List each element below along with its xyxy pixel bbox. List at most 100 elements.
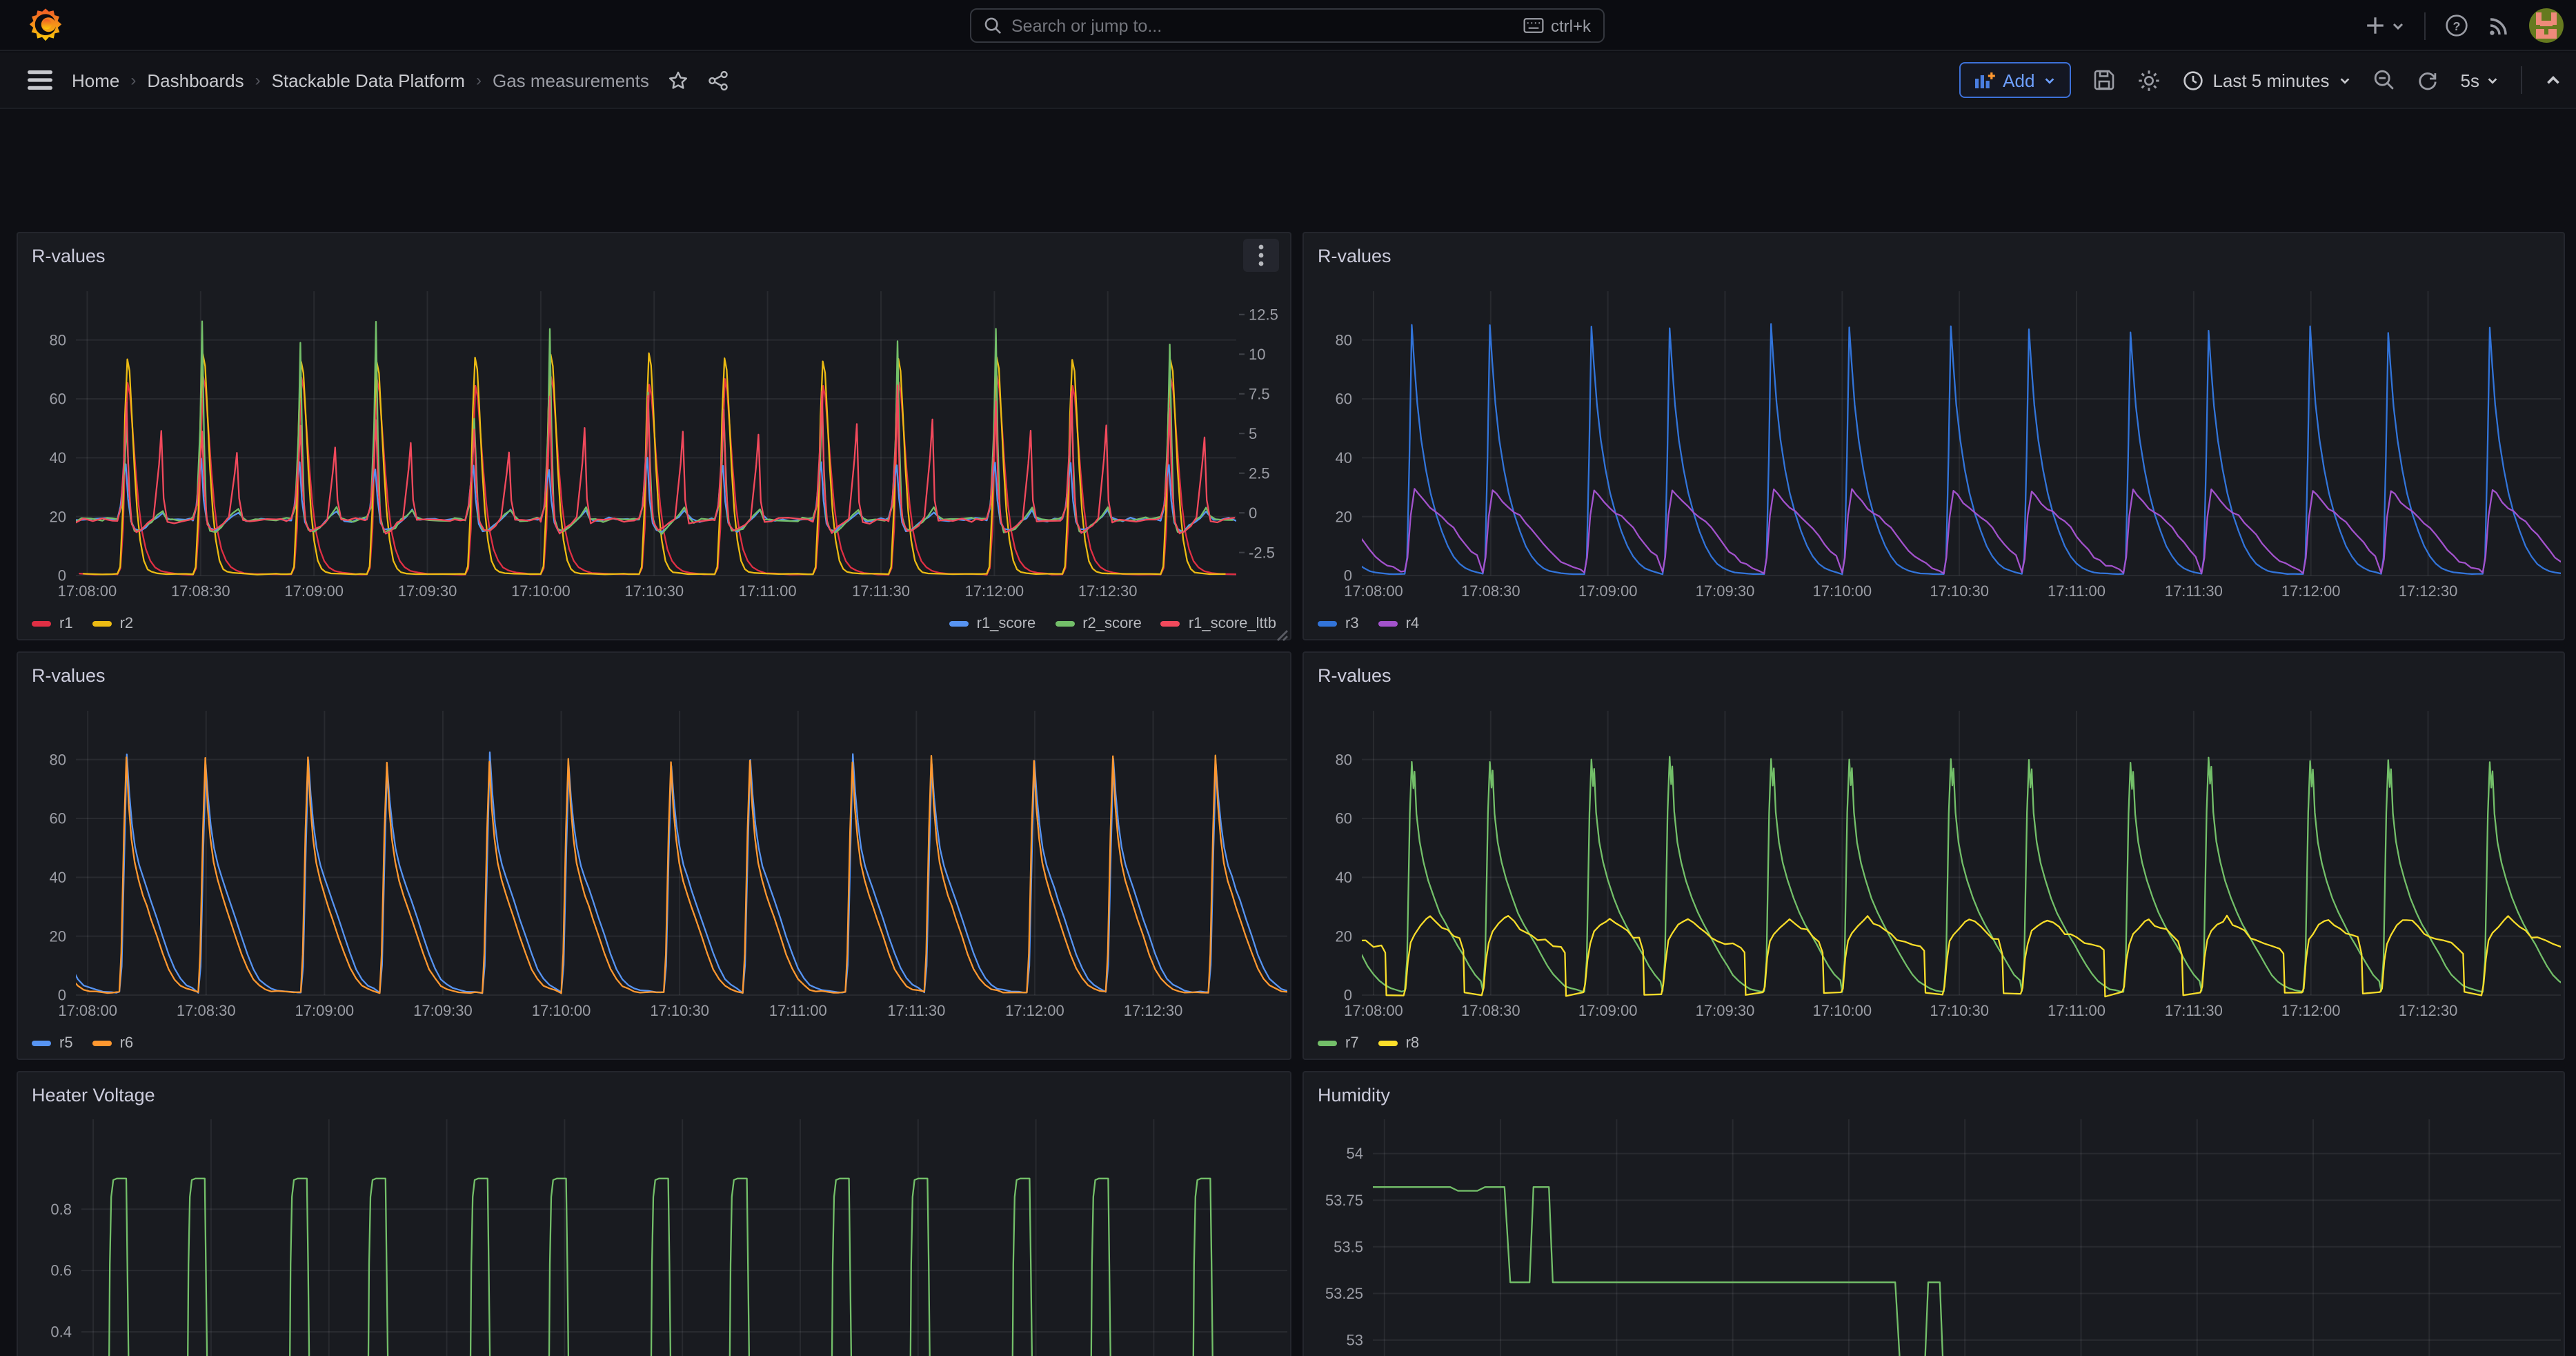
gear-icon <box>2137 68 2160 92</box>
search-input[interactable]: Search or jump to... ctrl+k <box>970 8 1605 43</box>
legend-r-values-4: r7 r8 <box>1318 1031 2550 1056</box>
panel-title-r-values-1[interactable]: R-values <box>32 245 106 266</box>
y-tick-label: 53.75 <box>1325 1192 1363 1209</box>
collapse-toolbar-button[interactable] <box>2544 71 2562 89</box>
chart-heater-voltage[interactable]: 17:08:0017:08:3017:09:0017:09:3017:10:00… <box>18 1072 1293 1356</box>
x-tick-label: 17:10:30 <box>650 1002 709 1019</box>
breadcrumb-folder[interactable]: Stackable Data Platform <box>272 70 465 90</box>
chart-r-values-4[interactable]: 17:08:0017:08:3017:09:0017:09:3017:10:00… <box>1304 653 2566 1061</box>
series-heatervoltage <box>81 1179 1229 1356</box>
legend-item-r1_score[interactable]: r1_score <box>949 616 1036 632</box>
legend-item-r2[interactable]: r2 <box>92 616 134 632</box>
legend-item-r5[interactable]: r5 <box>32 1035 73 1052</box>
legend-item-r2_score[interactable]: r2_score <box>1055 616 1142 632</box>
breadcrumb-dashboards[interactable]: Dashboards <box>147 70 244 90</box>
legend-swatch <box>949 621 969 627</box>
news-button[interactable] <box>2488 14 2510 37</box>
add-panel-button[interactable]: Add <box>1959 62 2070 98</box>
x-tick-label: 17:09:00 <box>295 1002 355 1019</box>
panel-title-r-values-2[interactable]: R-values <box>1318 245 1391 266</box>
refresh-interval-picker[interactable]: 5s <box>2461 70 2499 90</box>
panel-menu-button[interactable] <box>1243 239 1279 272</box>
legend-item-r6[interactable]: r6 <box>92 1035 134 1052</box>
panel-title-r-values-4[interactable]: R-values <box>1318 665 1391 685</box>
y-tick-label: 20 <box>50 508 66 525</box>
x-tick-label: 17:10:00 <box>511 582 571 600</box>
chart-humidity[interactable]: 17:08:0017:08:3017:09:0017:09:3017:10:00… <box>1304 1072 2566 1356</box>
legend-r-values-2: r3 r4 <box>1318 611 2550 636</box>
legend-item-r3[interactable]: r3 <box>1318 616 1359 632</box>
new-dropdown-button[interactable] <box>2365 15 2405 36</box>
right-y-tick-label: 12.5 <box>1249 306 1278 323</box>
x-tick-label: 17:08:00 <box>1344 1002 1403 1019</box>
x-tick-label: 17:11:00 <box>2048 1002 2106 1019</box>
chevron-up-icon <box>2544 71 2562 89</box>
legend-item-r1_score_lttb[interactable]: r1_score_lttb <box>1161 616 1276 632</box>
chevron-down-icon <box>2391 19 2405 32</box>
breadcrumb-current: Gas measurements <box>493 70 649 90</box>
keyboard-icon <box>1523 18 1544 33</box>
x-tick-label: 17:12:00 <box>2281 582 2341 600</box>
legend-swatch <box>92 1041 112 1046</box>
x-tick-label: 17:08:30 <box>171 582 230 600</box>
y-tick-label: 20 <box>1336 508 1352 525</box>
chart-r-values-1[interactable]: 17:08:0017:08:3017:09:0017:09:3017:10:00… <box>18 233 1293 642</box>
share-button[interactable] <box>709 70 729 90</box>
y-tick-label: 53 <box>1347 1331 1363 1348</box>
panel-humidity: Humidity17:08:0017:08:3017:09:0017:09:30… <box>1302 1071 2565 1356</box>
panel-r-values-1: R-values17:08:0017:08:3017:09:0017:09:30… <box>17 232 1291 640</box>
help-button[interactable]: ? <box>2445 14 2468 37</box>
panel-resize-handle[interactable] <box>1275 624 1289 638</box>
y-tick-label: 40 <box>50 449 66 466</box>
right-y-tick-label: -2.5 <box>1249 544 1275 561</box>
legend-swatch <box>1378 1041 1398 1046</box>
save-dashboard-button[interactable] <box>2092 69 2114 91</box>
x-tick-label: 17:10:30 <box>1930 582 1989 600</box>
x-tick-label: 17:12:00 <box>1005 1002 1064 1019</box>
y-tick-label: 60 <box>1336 810 1352 827</box>
topbar-divider <box>2424 12 2426 39</box>
refresh-button[interactable] <box>2418 70 2439 90</box>
legend-item-r1[interactable]: r1 <box>32 616 73 632</box>
legend-label: r3 <box>1345 616 1359 632</box>
breadcrumb-home[interactable]: Home <box>72 70 119 90</box>
share-icon <box>709 70 729 90</box>
panel-r-values-3: R-values17:08:0017:08:3017:09:0017:09:30… <box>17 651 1291 1060</box>
legend-label: r7 <box>1345 1035 1359 1052</box>
grafana-logo-icon[interactable] <box>28 7 63 43</box>
legend-swatch <box>1318 621 1337 627</box>
y-tick-label: 60 <box>50 391 66 408</box>
panel-heater-voltage: Heater Voltage17:08:0017:08:3017:09:0017… <box>17 1071 1291 1356</box>
y-tick-label: 0 <box>58 987 66 1004</box>
x-tick-label: 17:08:00 <box>1344 582 1403 600</box>
legend-item-r4[interactable]: r4 <box>1378 616 1420 632</box>
legend-label: r1_score <box>977 616 1036 632</box>
y-tick-label: 60 <box>50 810 66 827</box>
legend-label: r2 <box>120 616 134 632</box>
panel-title-humidity[interactable]: Humidity <box>1318 1084 1390 1105</box>
breadcrumb-separator: › <box>255 70 261 90</box>
legend-item-r7[interactable]: r7 <box>1318 1035 1359 1052</box>
x-tick-label: 17:09:30 <box>1696 582 1755 600</box>
menu-toggle-button[interactable] <box>28 70 52 90</box>
help-icon: ? <box>2445 14 2468 37</box>
panel-title-r-values-3[interactable]: R-values <box>32 665 106 685</box>
search-icon <box>984 17 1002 35</box>
dashboard-settings-button[interactable] <box>2137 68 2160 92</box>
chart-r-values-3[interactable]: 17:08:0017:08:3017:09:0017:09:3017:10:00… <box>18 653 1293 1061</box>
x-tick-label: 17:10:00 <box>1813 582 1872 600</box>
legend-item-r8[interactable]: r8 <box>1378 1035 1420 1052</box>
y-tick-label: 0.4 <box>50 1324 72 1341</box>
time-range-picker[interactable]: Last 5 minutes <box>2182 70 2351 90</box>
user-avatar[interactable] <box>2529 8 2564 43</box>
zoom-out-button[interactable] <box>2374 69 2396 91</box>
legend-swatch <box>1378 621 1398 627</box>
x-tick-label: 17:09:00 <box>284 582 344 600</box>
favorite-button[interactable] <box>668 70 689 90</box>
search-placeholder: Search or jump to... <box>1011 16 1523 35</box>
chart-r-values-2[interactable]: 17:08:0017:08:3017:09:0017:09:3017:10:00… <box>1304 233 2566 642</box>
legend-label: r5 <box>59 1035 73 1052</box>
legend-swatch <box>32 621 51 627</box>
y-tick-label: 20 <box>1336 927 1352 945</box>
panel-title-heater-voltage[interactable]: Heater Voltage <box>32 1084 155 1105</box>
